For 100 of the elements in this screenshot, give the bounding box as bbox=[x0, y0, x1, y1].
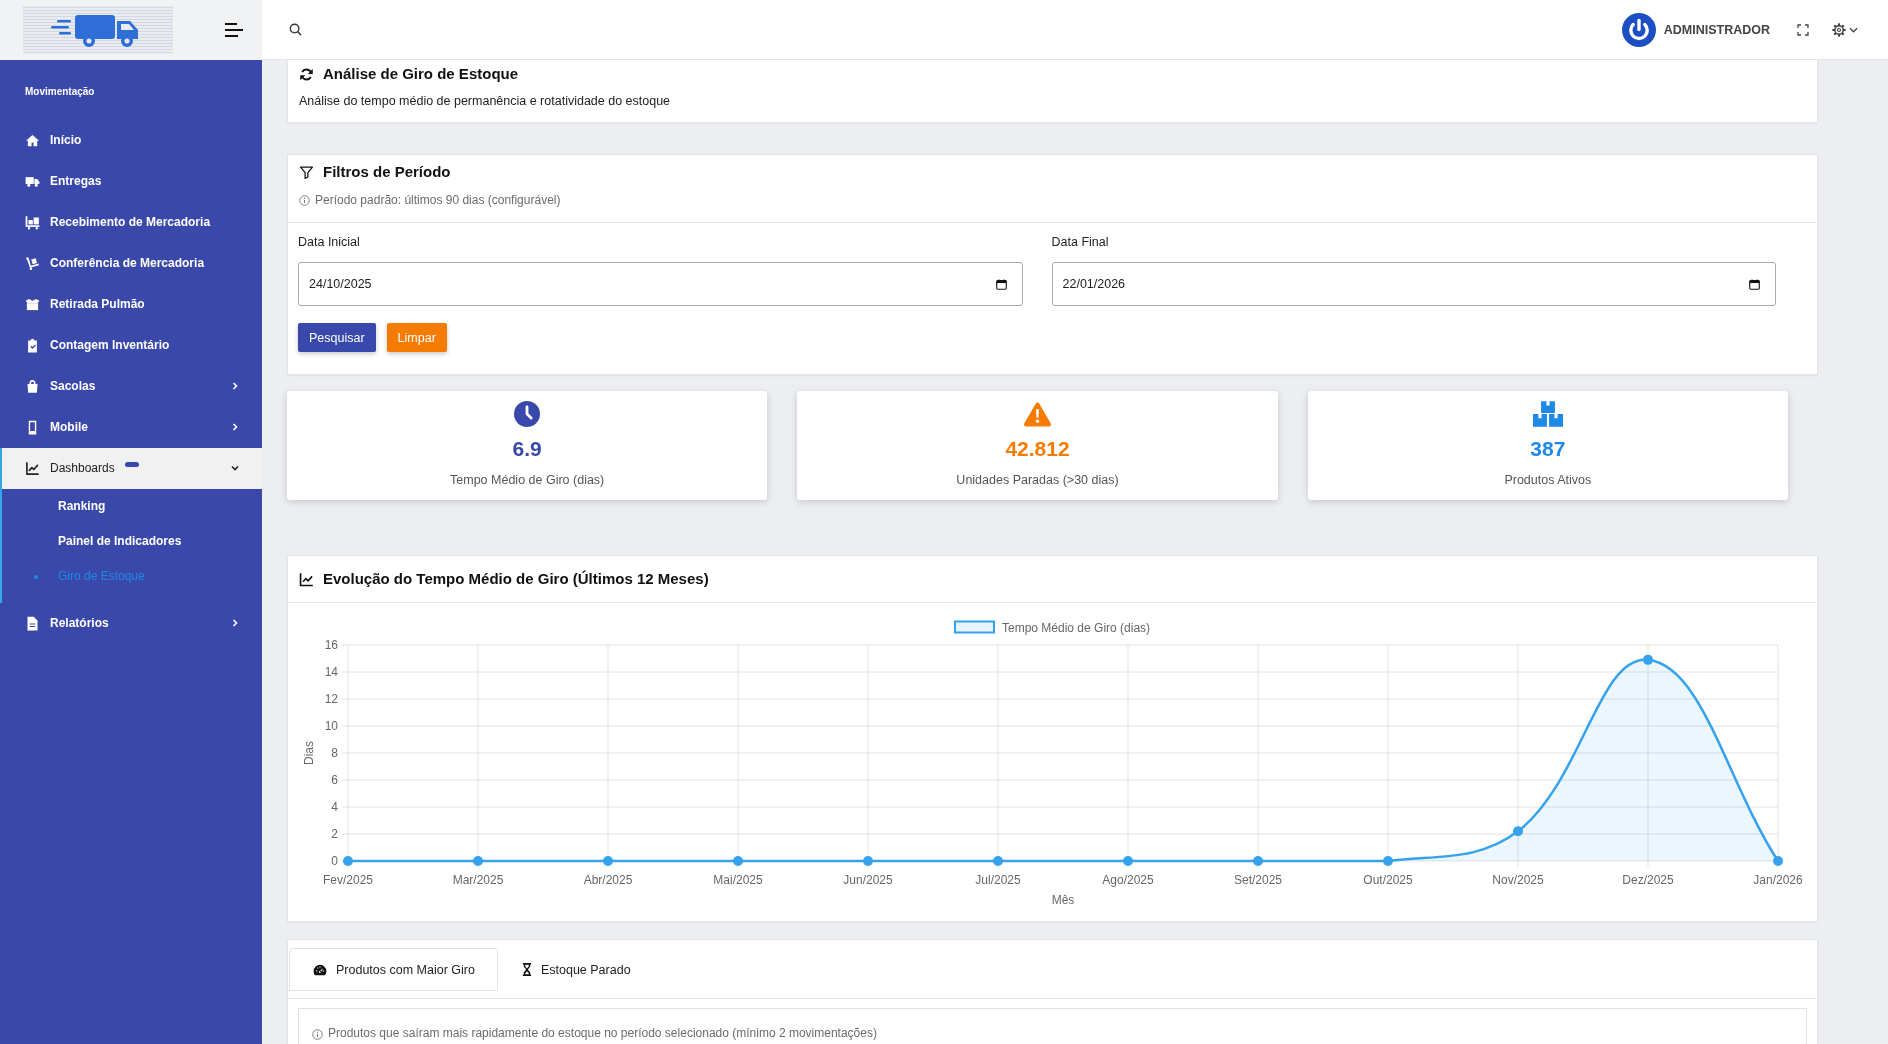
hand-truck-icon bbox=[25, 255, 40, 271]
chevron-down-icon bbox=[230, 463, 240, 473]
sidebar-item[interactable]: Contagem Inventário bbox=[0, 324, 262, 366]
chevron-right-icon bbox=[230, 381, 240, 391]
axis-tick-label: Mar/2025 bbox=[452, 873, 504, 887]
sidebar-item[interactable]: Conferência de Mercadoria bbox=[0, 242, 262, 284]
dolly-boxes-icon bbox=[25, 214, 40, 230]
axis-tick-label: Fev/2025 bbox=[323, 873, 373, 887]
axis-tick-label: Abr/2025 bbox=[583, 873, 633, 887]
settings-icon bbox=[1832, 22, 1846, 37]
sidebar-item[interactable]: Dashboards bbox=[0, 447, 262, 489]
menu-icon bbox=[225, 23, 243, 37]
refresh-icon bbox=[299, 66, 314, 82]
sidebar-item[interactable]: Sacolas bbox=[0, 365, 262, 407]
calendar-icon bbox=[995, 278, 1007, 290]
home-icon bbox=[25, 132, 40, 148]
fullscreen-icon bbox=[1797, 23, 1809, 36]
field-label: Data Inicial bbox=[298, 234, 361, 251]
stat-value: 42.812 bbox=[1005, 436, 1070, 462]
axis-tick-label: 16 bbox=[324, 638, 338, 652]
field-label: Data Final bbox=[1051, 234, 1110, 251]
axis-tick-label: 10 bbox=[324, 719, 338, 733]
caret-icon bbox=[1849, 26, 1858, 33]
filter-title: Filtros de Período bbox=[323, 162, 451, 182]
tab[interactable]: Estoque Parado bbox=[497, 948, 654, 991]
hourglass-icon bbox=[521, 963, 532, 976]
legend-label: Tempo Médio de Giro (dias) bbox=[1002, 620, 1151, 635]
axis-tick-label: 2 bbox=[331, 827, 338, 841]
filter-note: Período padrão: últimos 90 dias (configurável) bbox=[315, 193, 561, 207]
tab[interactable]: Produtos com Maior Giro bbox=[289, 948, 498, 991]
calendar-icon bbox=[1749, 278, 1760, 290]
line-chart-icon bbox=[25, 460, 40, 476]
axis-tick-label: Jul/2025 bbox=[975, 873, 1021, 887]
legend-swatch-icon bbox=[954, 620, 995, 634]
search-submit-button[interactable]: Pesquisar bbox=[298, 323, 376, 352]
data-point bbox=[1383, 856, 1393, 866]
info-icon bbox=[312, 1029, 323, 1040]
stat-label: Tempo Médio de Giro (dias) bbox=[450, 472, 605, 489]
axis-title: Mês bbox=[1051, 893, 1075, 907]
axis-tick-label: Mai/2025 bbox=[713, 873, 763, 887]
shopping-bag-icon bbox=[25, 378, 40, 394]
info-text: Produtos que saíram mais rapidamente do estoque no período selecionado (mínimo 2 movimentações) bbox=[328, 1026, 877, 1040]
axis-tick-label: Jun/2025 bbox=[843, 873, 893, 887]
settings-button[interactable] bbox=[1832, 22, 1858, 37]
sidebar-item[interactable]: Entregas bbox=[0, 160, 262, 202]
sidebar-item[interactable]: Recebimento de Mercadoria bbox=[0, 201, 262, 243]
axis-tick-label: 0 bbox=[331, 854, 338, 868]
chevron-right-icon bbox=[230, 422, 240, 432]
sidebar-item[interactable]: Início bbox=[0, 119, 262, 161]
sidebar-item[interactable]: Relatórios bbox=[0, 602, 262, 644]
power-icon bbox=[1621, 12, 1656, 47]
chevron-right-icon bbox=[230, 618, 240, 628]
info-icon bbox=[299, 194, 310, 206]
submenu-item[interactable]: Painel de Indicadores bbox=[2, 523, 262, 559]
axis-tick-label: 6 bbox=[331, 773, 338, 787]
data-point bbox=[1123, 856, 1133, 866]
user-name: ADMINISTRADOR bbox=[1663, 22, 1770, 37]
search-icon bbox=[289, 23, 302, 36]
stat-value: 387 bbox=[1530, 436, 1566, 462]
chart-title: Evolução do Tempo Médio de Giro (Últimos 12 Meses) bbox=[323, 569, 709, 589]
data-point bbox=[1773, 856, 1783, 866]
menu-toggle-button[interactable] bbox=[225, 23, 243, 37]
axis-tick-label: Out/2025 bbox=[1363, 873, 1413, 887]
line-chart-icon bbox=[299, 571, 314, 587]
data-point bbox=[1253, 856, 1263, 866]
axis-tick-label: 4 bbox=[331, 800, 338, 814]
axis-tick-label: 14 bbox=[324, 665, 338, 679]
data-point bbox=[863, 856, 873, 866]
data-point bbox=[1643, 654, 1653, 665]
data-point bbox=[1513, 826, 1523, 837]
gauge-icon bbox=[313, 963, 327, 976]
fullscreen-button[interactable] bbox=[1797, 23, 1809, 36]
clipboard-check-icon bbox=[25, 337, 40, 353]
box-icon bbox=[25, 296, 40, 312]
stat-value: 6.9 bbox=[512, 436, 542, 462]
axis-tick-label: 12 bbox=[324, 692, 338, 706]
data-point bbox=[993, 856, 1003, 866]
axis-title: Dias bbox=[302, 741, 316, 765]
data-point bbox=[343, 856, 353, 866]
bullet-icon bbox=[34, 574, 38, 579]
axis-tick-label: 8 bbox=[331, 746, 338, 760]
document-icon bbox=[25, 615, 40, 631]
sidebar-item[interactable]: Retirada Pulmão bbox=[0, 283, 262, 325]
sidebar-item[interactable]: Mobile bbox=[0, 406, 262, 448]
axis-tick-label: Ago/2025 bbox=[1102, 873, 1154, 887]
data-point bbox=[733, 856, 743, 866]
axis-tick-label: Jan/2026 bbox=[1753, 873, 1803, 887]
search-button[interactable] bbox=[289, 23, 302, 36]
stat-label: Unidades Paradas (>30 dias) bbox=[956, 472, 1119, 489]
page-subtitle: Análise do tempo médio de permanência e rotatividade do estoque bbox=[299, 93, 672, 110]
data-point bbox=[473, 856, 483, 866]
submenu-item[interactable]: Ranking bbox=[2, 488, 262, 524]
data-point bbox=[603, 856, 613, 866]
axis-tick-label: Nov/2025 bbox=[1492, 873, 1544, 887]
date-field[interactable]: 22/01/2026 bbox=[1051, 262, 1776, 306]
page-title: Análise de Giro de Estoque bbox=[323, 64, 519, 84]
axis-tick-label: Dez/2025 bbox=[1622, 873, 1674, 887]
axis-tick-label: Set/2025 bbox=[1234, 873, 1282, 887]
date-field[interactable]: 24/10/2025 bbox=[298, 262, 1023, 306]
stat-label: Produtos Ativos bbox=[1504, 472, 1592, 489]
